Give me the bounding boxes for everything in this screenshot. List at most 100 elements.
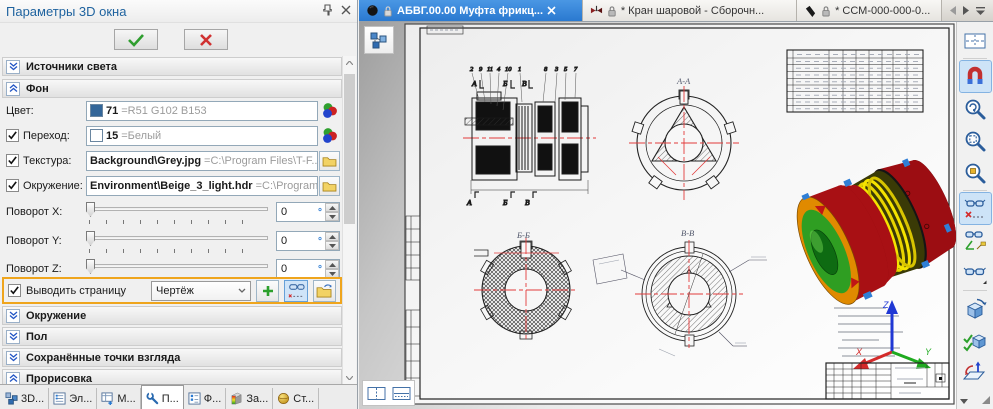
slider-thumb[interactable]: [86, 231, 95, 246]
drawing-workspace[interactable]: 2 9 11 4 10 1 8 3 5 7 А Б В А Б В А-А Б-…: [359, 22, 956, 409]
chevron-up-icon: [6, 81, 20, 96]
environment-checkbox[interactable]: [6, 179, 19, 192]
texture-browse-button[interactable]: [318, 150, 340, 171]
rotate-view-cube-icon[interactable]: [960, 293, 991, 324]
cancel-button[interactable]: [183, 29, 228, 50]
valve-document-icon: [590, 5, 602, 14]
chevron-down-icon: [6, 329, 20, 344]
visibility-glasses-icon[interactable]: [960, 257, 991, 288]
zoom-extents-icon[interactable]: [960, 125, 991, 156]
slider-thumb[interactable]: [86, 202, 95, 217]
svg-text:А: А: [466, 198, 472, 207]
scroll-tabs-right-icon[interactable]: [963, 6, 969, 15]
texture-checkbox[interactable]: [6, 154, 19, 167]
texture-label: Текстура:: [23, 154, 72, 167]
rotate-x-spinbox[interactable]: 0 °: [276, 202, 340, 222]
transition-checkbox[interactable]: [6, 129, 19, 142]
field-transition: Переход: 15 =Белый: [6, 125, 340, 146]
spin-down-button[interactable]: [325, 212, 339, 221]
spin-up-button[interactable]: [325, 232, 339, 241]
tab-3d-model[interactable]: 3D...: [1, 388, 50, 409]
check-model-icon[interactable]: [960, 325, 991, 356]
assembly-document-icon: [367, 5, 378, 16]
environment-label: Окружение:: [23, 179, 83, 192]
document-tab[interactable]: * ССМ-000-000-0...: [797, 0, 942, 21]
parameters-3d-window-panel: Параметры 3D окна Источники света Фон Цв…: [0, 0, 358, 409]
tab-navigation: [942, 0, 993, 21]
show-on-page-button[interactable]: [284, 279, 308, 302]
rgb-palette-icon[interactable]: [318, 127, 340, 144]
rotate-y-spinbox[interactable]: 0 °: [276, 231, 340, 251]
split-horizontal-button[interactable]: [390, 383, 412, 403]
panel-titlebar: Параметры 3D окна: [0, 0, 357, 23]
page-select-dropdown[interactable]: Чертёж: [151, 280, 252, 301]
tab-fragments[interactable]: Ф...: [184, 388, 227, 409]
close-panel-icon[interactable]: [341, 5, 351, 18]
document-tab[interactable]: * Кран шаровой - Сборочн...: [582, 0, 798, 21]
rotate-y-slider[interactable]: [86, 229, 268, 253]
split-vertical-button[interactable]: [365, 383, 387, 403]
pin-icon[interactable]: [322, 3, 333, 19]
scroll-tabs-left-icon[interactable]: [950, 6, 956, 15]
svg-text:В: В: [525, 198, 530, 207]
rotate-z-spinbox[interactable]: 0 °: [276, 259, 340, 279]
output-page-checkbox[interactable]: [8, 284, 21, 297]
zoom-window-icon[interactable]: [960, 157, 991, 188]
tab-materials[interactable]: М...: [97, 388, 141, 409]
scrollbar-thumb[interactable]: [344, 74, 355, 224]
magnet-snap-icon[interactable]: [958, 60, 992, 93]
field-texture: Текстура: Background\Grey.jpg =C:\Program…: [6, 150, 340, 171]
right-view-toolbar: [956, 22, 993, 409]
section-saved-views[interactable]: Сохранённые точки взгляда: [2, 348, 342, 367]
svg-text:В-В: В-В: [681, 228, 694, 238]
section-background[interactable]: Фон: [2, 79, 342, 98]
tab-structure[interactable]: Ст...: [273, 388, 320, 409]
svg-text:10: 10: [505, 66, 512, 73]
transition-label: Переход:: [23, 129, 70, 142]
transition-input[interactable]: 15 =Белый: [86, 125, 318, 146]
scroll-up-arrow[interactable]: [343, 56, 356, 69]
measure-elements-icon[interactable]: [960, 225, 991, 256]
open-page-button[interactable]: [312, 279, 337, 302]
chevron-down-icon: [238, 288, 246, 293]
zoom-dynamic-icon[interactable]: [960, 93, 991, 124]
rotate-x-slider[interactable]: [86, 200, 268, 224]
section-floor[interactable]: Пол: [2, 327, 342, 346]
lock-icon: [384, 5, 392, 16]
document-tab-active[interactable]: АБВГ.00.00 Муфта фрикц...: [359, 0, 583, 21]
color-input[interactable]: 71 =R51 G102 B153: [86, 100, 318, 121]
add-page-button[interactable]: [256, 279, 280, 302]
spin-down-button[interactable]: [325, 241, 339, 250]
color-swatch: [90, 104, 103, 117]
toolbar-overflow: [957, 393, 993, 409]
tab-list-menu-icon[interactable]: [976, 6, 985, 15]
ok-button[interactable]: [113, 29, 158, 50]
axis-x-label: X: [855, 347, 863, 357]
tab-elements[interactable]: Эл...: [49, 388, 98, 409]
tab-render[interactable]: За...: [226, 388, 274, 409]
model-tree-toggle-button[interactable]: [364, 26, 394, 54]
output-page-row-highlighted: Выводить страницу Чертёж: [2, 277, 342, 304]
close-tab-icon[interactable]: [547, 6, 556, 15]
tab-parameters[interactable]: П...: [140, 385, 184, 409]
panel-scrollbar[interactable]: [342, 56, 356, 384]
texture-input[interactable]: Background\Grey.jpg =C:\Program Files\T-F…: [86, 150, 318, 171]
section-light-sources[interactable]: Источники света: [2, 57, 342, 76]
spin-up-button[interactable]: [325, 203, 339, 212]
scroll-down-arrow[interactable]: [343, 371, 356, 384]
toolbar-more-icon[interactable]: [960, 395, 968, 407]
section-environment[interactable]: Окружение: [2, 306, 342, 325]
chevron-down-icon: [6, 308, 20, 323]
spin-up-button[interactable]: [325, 260, 339, 269]
environment-browse-button[interactable]: [318, 175, 340, 196]
slider-thumb[interactable]: [86, 259, 95, 274]
page-setup-icon[interactable]: [960, 25, 991, 56]
resize-grip-icon[interactable]: [982, 395, 990, 407]
hide-elements-icon[interactable]: [958, 192, 992, 225]
gold-sphere-icon: [278, 393, 290, 404]
environment-input[interactable]: Environment\Beige_3_light.hdr =C:\Program…: [86, 175, 318, 196]
rotate-workplane-icon[interactable]: [960, 357, 991, 388]
svg-text:Б: Б: [502, 79, 508, 88]
drawing-canvas[interactable]: 2 9 11 4 10 1 8 3 5 7 А Б В А Б В А-А Б-…: [359, 22, 956, 409]
rgb-palette-icon[interactable]: [318, 102, 340, 119]
